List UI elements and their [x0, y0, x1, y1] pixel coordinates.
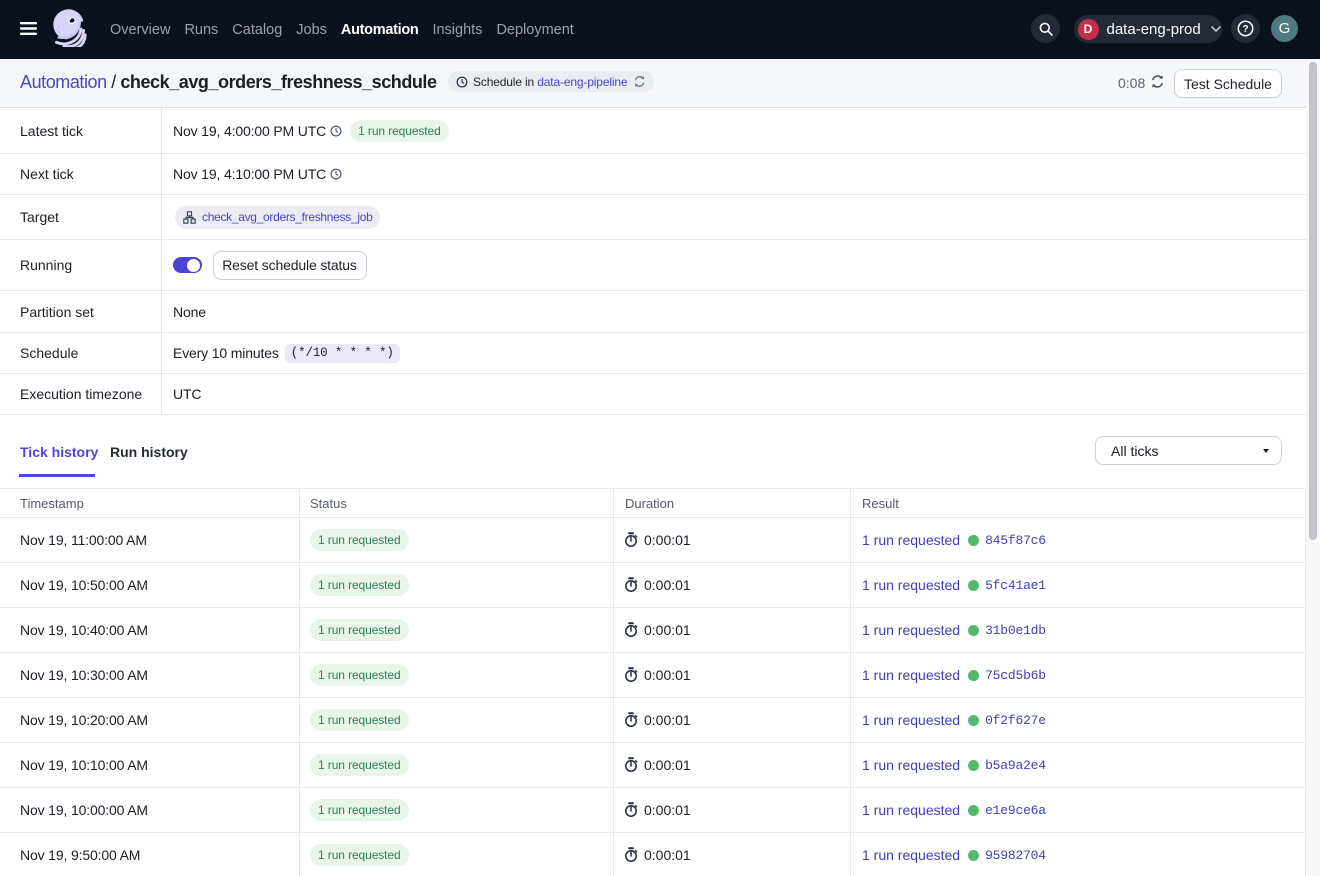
svg-text:?: ? [1242, 24, 1248, 35]
